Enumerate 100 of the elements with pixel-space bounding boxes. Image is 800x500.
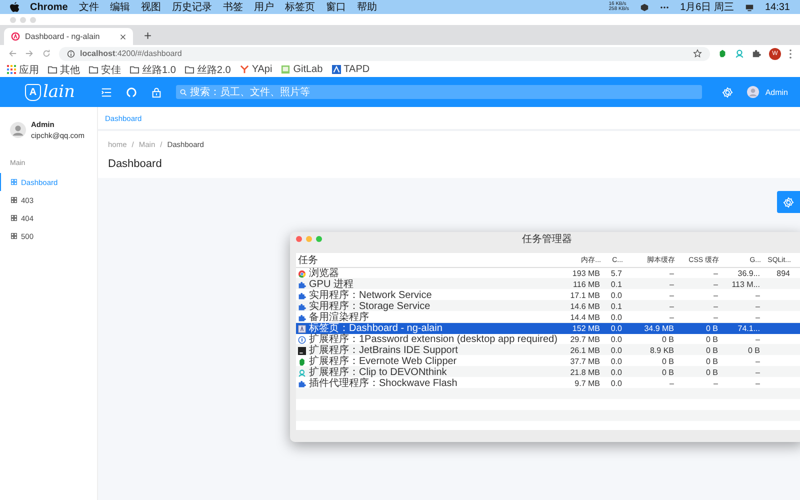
- bookmark[interactable]: 安佳: [89, 62, 121, 76]
- table-cell-text: 0 B: [704, 357, 719, 366]
- puzzle-icon[interactable]: [752, 49, 761, 58]
- table-cell-text: 0.0: [610, 357, 623, 366]
- menu-item[interactable]: 历史记录: [172, 0, 212, 14]
- apps-grid-icon: [7, 65, 16, 74]
- table-cell-text: 17.1 MB: [569, 291, 601, 300]
- table-cell-text: –: [668, 313, 675, 322]
- table-cell-text: –: [754, 357, 761, 366]
- bookmark[interactable]: 其他: [48, 62, 80, 76]
- window-zoom-button[interactable]: [316, 236, 322, 242]
- task-name: 备用渲染程序: [309, 312, 369, 323]
- task-row[interactable]: 浏览器 193 MB 5.7 – – 36.9... 894: [296, 268, 800, 279]
- task-row[interactable]: 实用程序：Network Service 17.1 MB 0.0 – – –: [296, 290, 800, 301]
- menu-item[interactable]: 窗口: [326, 0, 346, 14]
- table-cell-text: –: [712, 280, 719, 289]
- menu-bar-clock[interactable]: 14:31: [764, 2, 790, 12]
- bookmark[interactable]: YApi: [240, 64, 272, 75]
- task-row[interactable]: 扩展程序：Clip to DEVONthink 21.8 MB 0.0 0 B 0 B –: [296, 367, 800, 378]
- forward-icon[interactable]: [25, 49, 34, 58]
- caret-square-icon: [332, 65, 341, 74]
- table-cell-text: 74.1...: [736, 324, 761, 333]
- page-title: Dashboard: [108, 158, 163, 170]
- menu-item[interactable]: Chrome: [30, 2, 68, 12]
- menu-item[interactable]: 编辑: [110, 0, 130, 14]
- table-cell-text: –: [668, 269, 675, 278]
- task-row[interactable]: 扩展程序：Evernote Web Clipper 37.7 MB 0.0 0 B 0 B –: [296, 356, 800, 367]
- table-cell-text: –: [668, 302, 675, 311]
- table-cell-text: 0.1: [610, 302, 623, 311]
- task-row[interactable]: 扩展程序：1Password extension (desktop app required) 29.7 MB 0.0 0 B 0 B –: [296, 334, 800, 345]
- star-icon[interactable]: [693, 49, 702, 58]
- settings-button[interactable]: [777, 191, 800, 213]
- task-row[interactable]: 备用渲染程序 14.4 MB 0.0 – – –: [296, 312, 800, 323]
- window-close-button[interactable]: [296, 236, 302, 242]
- menu-item[interactable]: 书签: [222, 0, 243, 14]
- task-name: 浏览器: [309, 268, 339, 279]
- table-cell-text: 0 B: [704, 368, 719, 377]
- square-icon: [281, 65, 290, 74]
- reload-icon[interactable]: [42, 49, 51, 58]
- table-cell-text: 21.8 MB: [569, 368, 601, 377]
- table-cell-text: –: [754, 335, 761, 344]
- menu-item[interactable]: 用户: [254, 0, 274, 14]
- table-cell-text: 0 B: [704, 346, 719, 355]
- menu-item[interactable]: 文件: [78, 0, 99, 14]
- bookmark[interactable]: 丝路2.0: [184, 62, 231, 76]
- new-tab-button[interactable]: +: [141, 28, 155, 42]
- table-cell-text: 113 M...: [730, 280, 761, 289]
- task-row[interactable]: 插件代理程序：Shockwave Flash 9.7 MB 0.0 – – –: [296, 378, 800, 389]
- browser-tab[interactable]: Dashboard - ng-alain: [4, 28, 133, 45]
- task-name: 标签页：Dashboard - ng-alain: [309, 323, 442, 334]
- apple-icon[interactable]: [10, 2, 19, 12]
- menu-icon[interactable]: [101, 86, 112, 98]
- display-icon[interactable]: [744, 2, 754, 12]
- table-cell-text: –: [754, 379, 761, 388]
- table-cell-text: 0 B: [660, 335, 675, 344]
- menu-item[interactable]: 视图: [140, 0, 161, 14]
- table-cell-text: –: [754, 291, 761, 300]
- table-cell-text: 0 B: [704, 324, 719, 333]
- table-cell-text: 0.1: [610, 280, 623, 289]
- avatar[interactable]: [747, 86, 760, 98]
- menu-item[interactable]: 标签页: [284, 0, 315, 14]
- y-shape-icon: [240, 65, 249, 74]
- bookmark[interactable]: TAPD: [332, 64, 370, 75]
- table-cell-text: –: [668, 291, 675, 300]
- task-row[interactable]: 实用程序：Storage Service 14.6 MB 0.1 – – –: [296, 301, 800, 312]
- table-cell-text: 0.0: [610, 324, 623, 333]
- puzzle-icon: [298, 380, 306, 388]
- task-row[interactable]: 扩展程序：JetBrains IDE Support 26.1 MB 0.0 8.9 KB 0 B 0 B: [296, 345, 800, 356]
- task-row[interactable]: GPU 进程 116 MB 0.1 – – 113 M...: [296, 279, 800, 290]
- bookmark[interactable]: 应用: [7, 62, 39, 76]
- search-icon: [180, 88, 187, 96]
- task-name: GPU 进程: [309, 279, 354, 290]
- task-row[interactable]: 标签页：Dashboard - ng-alain 152 MB 0.0 34.9 MB 0 B 74.1...: [296, 323, 800, 334]
- menu-bar-date[interactable]: 1月6日 周三: [680, 0, 734, 14]
- folder-icon: [184, 65, 194, 74]
- info-icon: [67, 50, 75, 58]
- info-icon: [298, 336, 306, 344]
- table-cell-text: –: [754, 313, 761, 322]
- menu-item[interactable]: 帮助: [356, 0, 377, 14]
- table-cell-text: –: [712, 379, 719, 388]
- task-name: 插件代理程序：Shockwave Flash: [309, 378, 458, 389]
- table-cell-text: 26.1 MB: [569, 346, 601, 355]
- close-icon[interactable]: [120, 34, 126, 40]
- figure-icon[interactable]: [735, 49, 744, 58]
- lock-icon[interactable]: [151, 86, 162, 98]
- table-cell-text: 36.9...: [736, 269, 761, 278]
- back-icon[interactable]: [8, 49, 17, 58]
- table-cell-text: 116 MB: [572, 280, 601, 289]
- settings-icon[interactable]: [722, 86, 734, 98]
- more-icon[interactable]: [789, 48, 792, 58]
- bookmark[interactable]: 丝路1.0: [130, 62, 176, 76]
- bookmark[interactable]: GitLab: [281, 64, 323, 75]
- table-cell-text: –: [712, 291, 719, 300]
- table-cell-text: 0.0: [610, 346, 623, 355]
- address-bar[interactable]: localhost:4200/#/dashboard: [59, 46, 710, 60]
- table-cell-text: 193 MB: [571, 269, 601, 278]
- task-name: 扩展程序：1Password extension (desktop app required): [309, 334, 558, 345]
- column-header[interactable]: 任务: [296, 253, 558, 267]
- table-cell-text: 0 B: [746, 346, 761, 355]
- grid-icon: [11, 215, 17, 221]
